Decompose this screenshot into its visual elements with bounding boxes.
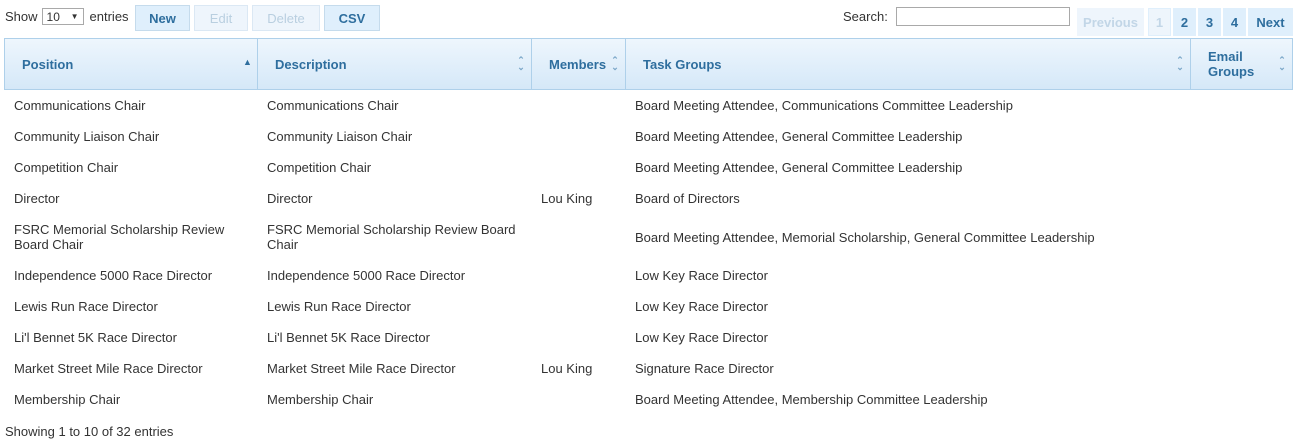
task-groups-cell: Board Meeting Attendee, Communications C… [635, 98, 1013, 113]
description-cell: Director [267, 191, 313, 206]
column-header-task-groups[interactable]: Task Groups ⌃ ⌄ [626, 39, 1191, 89]
description-cell: Independence 5000 Race Director [267, 268, 466, 283]
task-groups-cell: Board Meeting Attendee, General Committe… [635, 129, 963, 144]
csv-button[interactable]: CSV [324, 5, 380, 31]
search-label: Search: [843, 9, 888, 24]
column-header-label: Description [275, 56, 347, 72]
dropdown-arrow-icon: ▼ [70, 12, 79, 21]
description-cell: Communications Chair [267, 98, 399, 113]
column-header-position[interactable]: Position ▲ [5, 39, 258, 89]
members-cell: Lou King [541, 361, 593, 376]
column-header-label: Task Groups [643, 56, 722, 72]
column-header-label: Members [549, 56, 607, 72]
task-groups-cell: Board Meeting Attendee, Memorial Scholar… [635, 230, 1095, 245]
task-groups-cell: Board of Directors [635, 191, 740, 206]
position-cell: Community Liaison Chair [14, 129, 160, 144]
description-cell: Community Liaison Chair [267, 129, 413, 144]
previous-page-button[interactable]: Previous [1077, 8, 1144, 36]
sort-ascending-icon: ▲ [243, 57, 252, 67]
sort-both-icon: ⌃ ⌄ [1278, 55, 1286, 72]
task-groups-cell: Board Meeting Attendee, General Committe… [635, 160, 963, 175]
column-header-description[interactable]: Description ⌃ ⌄ [258, 39, 532, 89]
task-groups-cell: Low Key Race Director [635, 330, 768, 345]
next-page-button[interactable]: Next [1248, 8, 1293, 36]
position-cell: FSRC Memorial Scholarship Review Board C… [14, 222, 225, 252]
position-cell: Director [14, 191, 60, 206]
task-groups-cell: Board Meeting Attendee, Membership Commi… [635, 392, 988, 407]
position-cell: Membership Chair [14, 392, 121, 407]
sort-both-icon: ⌃ ⌄ [1176, 55, 1184, 72]
page-4-button[interactable]: 4 [1223, 8, 1246, 36]
sort-both-icon: ⌃ ⌄ [517, 55, 525, 72]
task-groups-cell: Low Key Race Director [635, 268, 768, 283]
description-cell: Market Street Mile Race Director [267, 361, 456, 376]
delete-button[interactable]: Delete [252, 5, 320, 31]
page-1-button[interactable]: 1 [1148, 8, 1171, 36]
position-cell: Independence 5000 Race Director [14, 268, 213, 283]
sort-both-icon: ⌃ ⌄ [611, 55, 619, 72]
members-cell: Lou King [541, 191, 593, 206]
description-cell: Li'l Bennet 5K Race Director [267, 330, 430, 345]
column-header-label: Email Groups [1208, 49, 1255, 79]
table-info: Showing 1 to 10 of 32 entries [5, 424, 174, 439]
page-3-button[interactable]: 3 [1198, 8, 1221, 36]
table-header: Position ▲ Description ⌃ ⌄ Members ⌃ ⌄ Tas… [4, 38, 1293, 90]
search-control: Search: [843, 7, 1070, 26]
page-length-value: 10 [46, 9, 60, 24]
position-cell: Market Street Mile Race Director [14, 361, 203, 376]
description-cell: FSRC Memorial Scholarship Review Board C… [267, 222, 516, 252]
length-prefix-label: Show [5, 9, 38, 24]
position-cell: Li'l Bennet 5K Race Director [14, 330, 177, 345]
page-length-select[interactable]: 10 ▼ [41, 8, 84, 25]
task-groups-cell: Low Key Race Director [635, 299, 768, 314]
description-cell: Membership Chair [267, 392, 374, 407]
edit-button[interactable]: Edit [194, 5, 248, 31]
new-button[interactable]: New [135, 5, 190, 31]
description-cell: Lewis Run Race Director [267, 299, 411, 314]
position-cell: Communications Chair [14, 98, 146, 113]
task-groups-cell: Signature Race Director [635, 361, 774, 376]
search-input[interactable] [895, 7, 1070, 26]
position-cell: Competition Chair [14, 160, 119, 175]
column-header-label: Position [22, 56, 74, 72]
table-toolbar: Show 10 ▼ entries New Edit Delete CSV Se… [0, 0, 1297, 38]
position-cell: Lewis Run Race Director [14, 299, 158, 314]
page-2-button[interactable]: 2 [1173, 8, 1196, 36]
page-length-control: Show 10 ▼ entries [5, 8, 129, 25]
length-suffix-label: entries [89, 9, 129, 24]
column-header-email-groups[interactable]: Email Groups ⌃ ⌄ [1191, 39, 1292, 89]
description-cell: Competition Chair [267, 160, 372, 175]
column-header-members[interactable]: Members ⌃ ⌄ [532, 39, 626, 89]
